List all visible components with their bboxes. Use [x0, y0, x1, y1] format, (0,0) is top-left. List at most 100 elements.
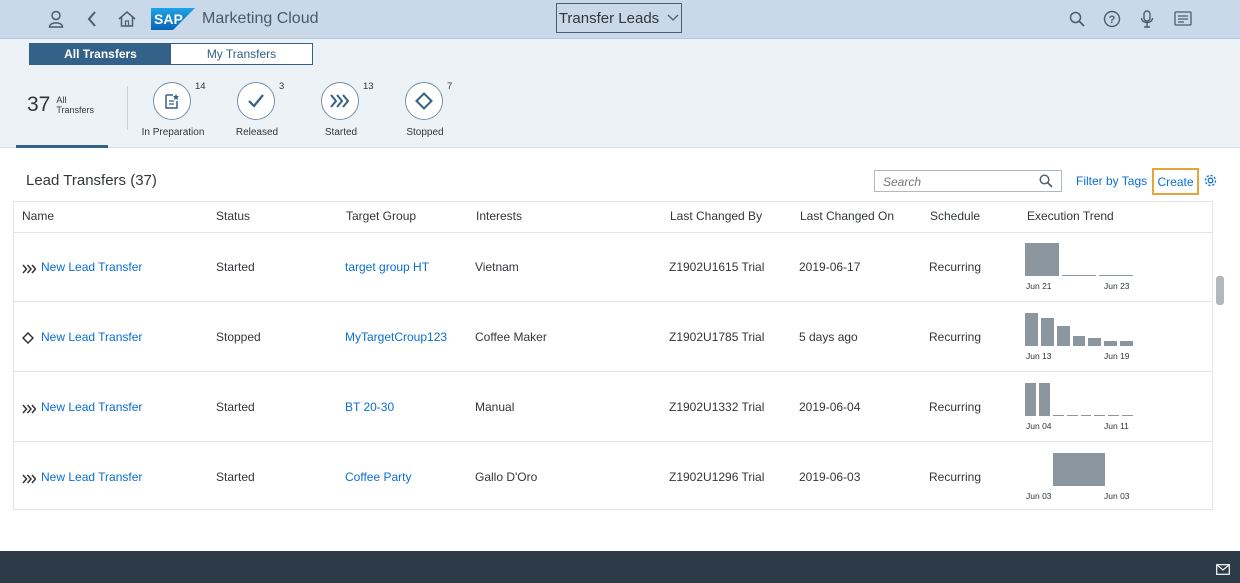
- search-icon[interactable]: [1067, 9, 1087, 29]
- search-input[interactable]: [881, 172, 1035, 192]
- filter-count: 14: [195, 81, 206, 92]
- transfer-name-link[interactable]: New Lead Transfer: [41, 400, 142, 414]
- execution-trend-chart: Jun 13 Jun 19: [1025, 312, 1135, 364]
- trend-bar: [1040, 317, 1054, 346]
- search-icon[interactable]: [1039, 174, 1053, 193]
- column-header-last-changed-by[interactable]: Last Changed By: [670, 209, 762, 223]
- total-count: 37: [27, 93, 51, 116]
- page-header: All Transfers My Transfers 37 All Transf…: [0, 39, 1240, 148]
- column-header-last-changed-on[interactable]: Last Changed On: [800, 209, 894, 223]
- create-button[interactable]: Create: [1152, 168, 1199, 195]
- filter-stopped[interactable]: 7 Stopped: [381, 81, 481, 142]
- app-title: Marketing Cloud: [202, 10, 319, 27]
- column-header-status[interactable]: Status: [216, 209, 250, 223]
- trend-start-label: Jun 03: [1026, 491, 1052, 501]
- changed-by-text: Z1902U1615 Trial: [669, 260, 765, 274]
- status-text: Started: [216, 400, 255, 414]
- vertical-scrollbar[interactable]: [1214, 202, 1226, 510]
- app-switcher-button[interactable]: Transfer Leads: [556, 3, 682, 33]
- trend-bar: [1104, 341, 1118, 346]
- trend-bar: [1072, 336, 1086, 346]
- target-group-link[interactable]: BT 20-30: [345, 400, 394, 414]
- target-group-link[interactable]: Coffee Party: [345, 470, 411, 484]
- mail-icon[interactable]: [1216, 562, 1230, 580]
- status-text: Stopped: [216, 330, 261, 344]
- interests-text: Gallo D'Oro: [475, 470, 538, 484]
- trend-end-label: Jun 03: [1104, 491, 1130, 501]
- svg-text:SAP: SAP: [154, 11, 183, 27]
- divider: [127, 86, 128, 130]
- execution-trend-chart: Jun 04 Jun 11: [1025, 382, 1135, 434]
- diamond-icon: [405, 82, 443, 120]
- total-transfers[interactable]: 37 All Transfers: [27, 93, 94, 117]
- trend-bar: [1053, 453, 1105, 486]
- column-header-target-group[interactable]: Target Group: [346, 209, 416, 223]
- search-field[interactable]: [874, 170, 1062, 192]
- trend-bar: [1025, 313, 1038, 346]
- diamond-icon: [21, 331, 35, 349]
- trend-bar: [1056, 326, 1070, 346]
- total-label-line1: All: [56, 95, 67, 105]
- table-row[interactable]: New Lead Transfer Started target group H…: [14, 232, 1212, 302]
- column-header-schedule[interactable]: Schedule: [930, 209, 980, 223]
- trend-bar: [1052, 414, 1064, 416]
- footer-bar: [0, 551, 1240, 583]
- gear-icon[interactable]: [1203, 173, 1218, 193]
- checkmark-icon: [237, 82, 275, 120]
- notifications-icon[interactable]: [1173, 9, 1193, 29]
- column-header-name[interactable]: Name: [22, 209, 54, 223]
- trend-start-label: Jun 13: [1026, 351, 1052, 361]
- column-header-interests[interactable]: Interests: [476, 209, 522, 223]
- filter-count: 3: [279, 81, 285, 92]
- sap-logo: SAP: [151, 8, 195, 30]
- transfer-name-link[interactable]: New Lead Transfer: [41, 260, 142, 274]
- user-icon[interactable]: [46, 9, 66, 29]
- filter-label: Stopped: [406, 127, 444, 138]
- execution-trend-chart: Jun 03 Jun 03: [1025, 452, 1135, 504]
- table-row[interactable]: New Lead Transfer Started BT 20-30 Manua…: [14, 372, 1212, 442]
- back-icon[interactable]: [82, 9, 102, 29]
- filter-label: Started: [324, 127, 358, 138]
- center-title-label: Transfer Leads: [558, 9, 660, 27]
- status-text: Started: [216, 470, 255, 484]
- filter-label: In Preparation: [141, 127, 205, 138]
- target-group-link[interactable]: target group HT: [345, 260, 429, 274]
- filter-by-tags-link[interactable]: Filter by Tags: [1076, 174, 1147, 188]
- segment-my-transfers[interactable]: My Transfers: [171, 44, 312, 64]
- changed-on-text: 2019-06-04: [799, 400, 861, 414]
- selected-tab-indicator: [16, 145, 108, 148]
- microphone-icon[interactable]: [1137, 9, 1157, 29]
- shell-bar: SAP Marketing Cloud Transfer Leads ?: [0, 0, 1240, 39]
- trend-bar: [1062, 274, 1096, 276]
- help-icon[interactable]: ?: [1102, 9, 1122, 29]
- total-label: All Transfers: [56, 95, 94, 115]
- trend-start-label: Jun 04: [1026, 421, 1052, 431]
- table-row[interactable]: New Lead Transfer Stopped MyTargetCroup1…: [14, 302, 1212, 372]
- trend-end-label: Jun 11: [1104, 421, 1129, 431]
- scrollbar-thumb[interactable]: [1216, 276, 1224, 305]
- trend-bar: [1094, 414, 1106, 416]
- target-group-link[interactable]: MyTargetCroup123: [345, 330, 447, 344]
- total-label-line2: Transfers: [56, 105, 95, 115]
- document-edit-icon: [153, 82, 191, 120]
- table-row[interactable]: New Lead Transfer Started Coffee Party G…: [14, 442, 1212, 511]
- trend-bar: [1025, 383, 1036, 416]
- trend-bar: [1088, 337, 1102, 346]
- transfer-name-link[interactable]: New Lead Transfer: [41, 470, 142, 484]
- transfer-name-link[interactable]: New Lead Transfer: [41, 330, 142, 344]
- home-icon[interactable]: [117, 9, 137, 29]
- segment-all-transfers[interactable]: All Transfers: [30, 44, 171, 64]
- changed-on-text: 5 days ago: [799, 330, 858, 344]
- column-header-execution-trend[interactable]: Execution Trend: [1027, 209, 1114, 223]
- trend-end-label: Jun 23: [1104, 281, 1130, 291]
- changed-by-text: Z1902U1332 Trial: [669, 400, 765, 414]
- changed-by-text: Z1902U1296 Trial: [669, 470, 765, 484]
- trend-bar: [1080, 414, 1092, 416]
- trend-end-label: Jun 19: [1104, 351, 1130, 361]
- changed-on-text: 2019-06-03: [799, 470, 861, 484]
- table-header: Name Status Target Group Interests Last …: [14, 201, 1212, 233]
- filter-count: 13: [363, 81, 374, 92]
- trend-bar: [1099, 274, 1133, 276]
- schedule-text: Recurring: [929, 330, 982, 344]
- changed-on-text: 2019-06-17: [799, 260, 861, 274]
